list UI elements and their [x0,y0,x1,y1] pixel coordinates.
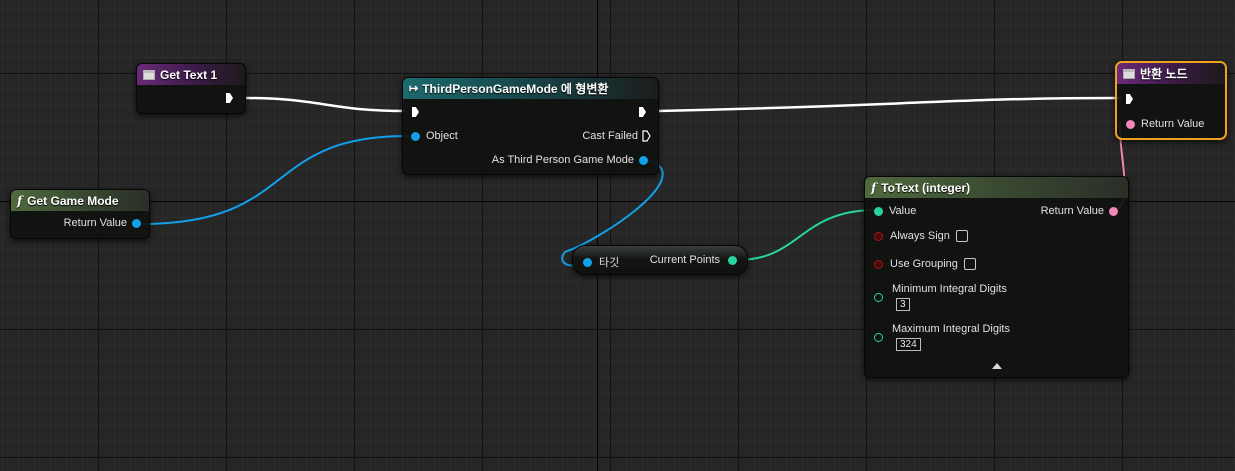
return-node[interactable]: 반환 노드 Return Value [1115,61,1227,140]
get-game-mode-return-row: Return Value [64,217,141,229]
min-digits-pin-row [874,293,883,302]
always-sign-pin[interactable] [874,231,883,241]
to-text-title: ToText (integer) [881,180,971,195]
use-grouping-label: Use Grouping [890,258,958,270]
return-value-pin[interactable] [1109,206,1118,216]
exec-out-pin[interactable] [226,93,233,103]
current-points-getter-node[interactable]: 타깃 Current Points [572,245,748,275]
cast-object-row: Object [411,130,458,142]
max-digits-label: Maximum Integral Digits [892,323,1010,335]
get-text-title: Get Text 1 [160,67,218,82]
cast-arrow-icon: ↦ [409,83,419,95]
value-input-pin[interactable] [874,206,883,216]
return-value-row: Return Value [1126,118,1204,130]
max-digits-pin-row [874,333,883,342]
cast-node[interactable]: ↦ ThirdPersonGameMode 에 형변환 Object Cast … [402,77,659,175]
to-text-return-row: Return Value [1041,205,1118,217]
cast-header: ↦ ThirdPersonGameMode 에 형변환 [403,78,658,99]
return-value-input-pin[interactable] [1126,119,1135,129]
get-text-node[interactable]: Get Text 1 [136,63,246,114]
return-node-title: 반환 노드 [1140,67,1188,81]
min-digits-label: Minimum Integral Digits [892,283,1007,295]
min-digits-pin[interactable] [874,293,883,302]
get-game-mode-node[interactable]: f Get Game Mode Return Value [10,189,150,239]
always-sign-checkbox[interactable] [955,230,968,242]
min-digits-label-row: Minimum Integral Digits [892,283,1007,295]
exec-wire-cast-to-return[interactable] [657,96,1122,113]
return-node-header: 반환 노드 [1117,63,1225,84]
cast-failed-row: Cast Failed [582,130,651,142]
to-text-node[interactable]: f ToText (integer) Value Return Value Al… [864,176,1129,378]
return-value-label: Return Value [1141,118,1205,130]
max-digits-pin[interactable] [874,333,883,342]
always-sign-row: Always Sign [874,230,968,242]
get-game-mode-title: Get Game Mode [27,193,119,208]
max-digits-input[interactable]: 324 [896,338,921,351]
target-label: 타깃 [599,257,620,269]
value-label: Value [889,205,917,217]
cast-title: ThirdPersonGameMode 에 형변환 [422,82,609,96]
collapse-advanced-icon[interactable] [992,363,1002,369]
function-result-icon [1123,68,1135,79]
getter-output-row: Current Points [650,254,737,266]
use-grouping-checkbox[interactable] [963,258,976,270]
return-value-label: Return Value [1040,205,1104,217]
cast-failed-label: Cast Failed [582,130,638,142]
current-points-label: Current Points [649,254,720,266]
min-digits-value-row: 3 [896,298,910,311]
object-input-pin[interactable] [411,131,420,141]
as-third-person-output-pin[interactable] [639,155,648,165]
min-digits-input[interactable]: 3 [896,298,910,311]
use-grouping-pin[interactable] [874,259,883,269]
exec-in-pin[interactable] [1126,94,1133,104]
exec-wire-get-text-to-cast[interactable] [245,96,406,113]
getter-target-row: 타깃 [583,254,619,270]
return-exec-in-row [1126,94,1133,104]
always-sign-label: Always Sign [890,230,950,242]
target-input-pin[interactable] [583,257,592,267]
use-grouping-row: Use Grouping [874,258,976,270]
return-value-label: Return Value [63,217,127,229]
cast-exec-out-row [639,107,646,117]
to-text-value-row: Value [874,205,916,217]
get-text-exec-out-row [226,93,233,103]
function-icon: f [17,193,23,208]
cast-failed-pin[interactable] [642,130,651,142]
object-wire-game-mode-to-cast[interactable] [139,135,409,225]
as-third-person-label: As Third Person Game Mode [491,154,634,166]
cast-as-row: As Third Person Game Mode [492,154,648,166]
cast-exec-in-row [412,107,419,117]
object-label: Object [426,130,458,142]
get-text-header: Get Text 1 [137,64,245,85]
function-icon: f [871,180,877,195]
get-game-mode-header: f Get Game Mode [11,190,149,211]
max-digits-label-row: Maximum Integral Digits [892,323,1010,335]
to-text-header: f ToText (integer) [865,177,1128,198]
current-points-output-pin[interactable] [728,255,737,265]
function-entry-icon [143,69,155,80]
return-value-pin[interactable] [132,218,141,228]
exec-in-pin[interactable] [412,107,419,117]
int-wire-getter-to-totext[interactable] [737,209,877,261]
exec-out-pin[interactable] [639,107,646,117]
max-digits-value-row: 324 [896,338,921,351]
